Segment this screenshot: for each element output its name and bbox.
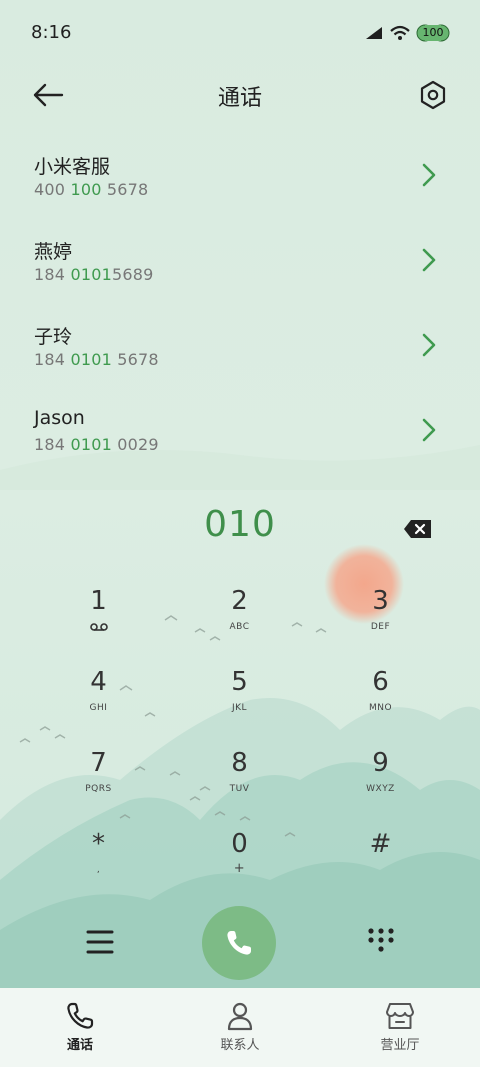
dialpad-icon <box>368 928 394 952</box>
bottom-navigation: 通话 联系人 营业厅 <box>0 988 480 1067</box>
voicemail-icon <box>90 623 108 631</box>
key-6[interactable]: 6 MNO <box>310 657 451 738</box>
back-button[interactable] <box>30 80 66 110</box>
person-icon <box>227 1002 253 1031</box>
battery-level: 100 <box>422 26 444 39</box>
contact-name: 燕婷 <box>34 241 73 263</box>
chevron-right-icon[interactable] <box>418 332 440 358</box>
contact-number: 184 0101 5678 <box>34 350 159 369</box>
page-title: 通话 <box>217 86 262 111</box>
contact-name: Jason <box>34 407 85 429</box>
contact-number: 184 0101 0029 <box>34 435 159 454</box>
nav-tab-calls[interactable]: 通话 <box>0 988 160 1067</box>
contact-number: 184 01015689 <box>34 265 154 284</box>
contact-row[interactable]: 燕婷 184 01015689 <box>0 219 480 304</box>
key-2[interactable]: 2 ABC <box>169 576 310 657</box>
chevron-right-icon[interactable] <box>418 417 440 443</box>
nav-tab-store[interactable]: 营业厅 <box>320 988 480 1067</box>
contact-row[interactable]: 子玲 184 0101 5678 <box>0 304 480 389</box>
call-button[interactable] <box>202 906 276 980</box>
chevron-right-icon[interactable] <box>418 247 440 273</box>
dial-display: 010 <box>0 504 480 554</box>
contact-number: 400 100 5678 <box>34 180 149 199</box>
header: 通话 <box>0 68 480 124</box>
contact-name: 子玲 <box>34 326 73 348</box>
chevron-right-icon[interactable] <box>418 162 440 188</box>
status-bar: 8:16 100 <box>0 0 480 68</box>
key-8[interactable]: 8 TUV <box>169 738 310 819</box>
key-9[interactable]: 9 WXYZ <box>310 738 451 819</box>
status-time: 8:16 <box>31 22 72 43</box>
keypad: 1 2 ABC 3 DEF 4 GHI 5 JKL 6 MNO 7 PQRS 8… <box>28 576 452 900</box>
nav-label: 通话 <box>66 1038 93 1053</box>
status-icons: 100 <box>364 22 450 44</box>
key-star[interactable]: * , <box>28 819 169 900</box>
key-7[interactable]: 7 PQRS <box>28 738 169 819</box>
key-3[interactable]: 3 DEF <box>310 576 451 657</box>
contact-row[interactable]: Jason 184 0101 0029 <box>0 389 480 474</box>
nav-label: 营业厅 <box>380 1038 420 1053</box>
dialpad-toggle-button[interactable] <box>366 926 396 956</box>
settings-button[interactable] <box>416 78 450 112</box>
key-4[interactable]: 4 GHI <box>28 657 169 738</box>
key-0[interactable]: 0 + <box>169 819 310 900</box>
contact-name: 小米客服 <box>34 156 111 178</box>
wifi-icon <box>390 25 410 40</box>
menu-icon <box>86 930 114 954</box>
contact-row[interactable]: 小米客服 400 100 5678 <box>0 134 480 219</box>
nav-tab-contacts[interactable]: 联系人 <box>160 988 320 1067</box>
arrow-left-icon <box>33 83 64 107</box>
phone-icon <box>67 1002 94 1029</box>
menu-button[interactable] <box>82 926 118 958</box>
backspace-icon <box>404 520 431 538</box>
backspace-button[interactable] <box>402 517 434 541</box>
cellular-signal-icon <box>366 27 382 39</box>
key-hash[interactable]: # <box>310 819 451 900</box>
key-1[interactable]: 1 <box>28 576 169 657</box>
battery-icon: 100 <box>416 23 450 43</box>
key-5[interactable]: 5 JKL <box>169 657 310 738</box>
phone-icon <box>227 931 251 955</box>
hexagon-settings-icon <box>420 80 446 110</box>
dialer-actions <box>0 904 480 980</box>
contact-suggestions: 小米客服 400 100 5678 燕婷 184 01015689 子玲 184… <box>0 134 480 474</box>
nav-label: 联系人 <box>220 1038 260 1053</box>
store-icon <box>386 1003 414 1029</box>
